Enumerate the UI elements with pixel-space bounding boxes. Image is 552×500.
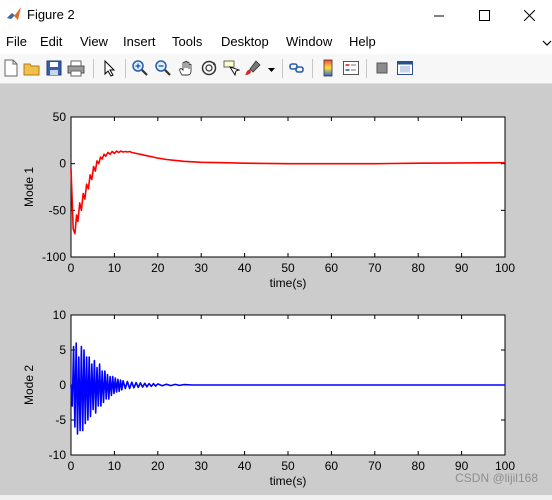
figure-toolbar	[0, 54, 552, 84]
x-tick-label: 80	[412, 261, 426, 275]
menu-window[interactable]: Window	[286, 34, 332, 49]
watermark-text: CSDN @lijil168	[455, 471, 538, 485]
x-tick-label: 20	[151, 459, 165, 473]
menu-view[interactable]: View	[80, 34, 108, 49]
pan-hand-icon[interactable]	[177, 59, 195, 77]
title-bar: Figure 2	[0, 0, 552, 30]
x-tick-label: 60	[325, 261, 339, 275]
zoom-in-icon[interactable]	[131, 59, 149, 77]
y-axis-label: Mode 2	[22, 365, 36, 405]
y-axis-label: Mode 1	[22, 167, 36, 207]
menu-file[interactable]: File	[6, 34, 27, 49]
figure-canvas: 0 10 20 30 40 50 60 70 80 90 100 -100 -50 0 50 time(s) M…	[0, 84, 552, 495]
menu-overflow-icon[interactable]	[542, 38, 552, 48]
menu-insert[interactable]: Insert	[123, 34, 156, 49]
y-tick-label: 0	[59, 378, 66, 392]
y-tick-label: 10	[53, 308, 67, 322]
toolbar-separator	[282, 59, 283, 78]
data-cursor-icon[interactable]	[222, 59, 240, 77]
menu-tools[interactable]: Tools	[172, 34, 202, 49]
brush-dropdown-icon[interactable]	[268, 68, 275, 73]
minimize-button[interactable]	[417, 0, 462, 30]
close-button[interactable]	[507, 0, 552, 30]
new-figure-icon[interactable]	[2, 59, 20, 77]
x-tick-label: 10	[108, 261, 122, 275]
x-axis-label: time(s)	[270, 276, 307, 290]
x-tick-label: 60	[325, 459, 339, 473]
x-tick-label: 0	[68, 459, 75, 473]
axes-1: 0 10 20 30 40 50 60 70 80 90 100-100-50050time(s)M…	[22, 110, 515, 290]
axes-box	[70, 116, 506, 258]
toolbar-separator	[125, 59, 126, 78]
toolbar-separator	[312, 59, 313, 78]
y-tick-label: -5	[55, 413, 66, 427]
menu-edit[interactable]: Edit	[40, 34, 62, 49]
x-tick-label: 10	[108, 459, 122, 473]
x-tick-label: 40	[238, 261, 252, 275]
minimize-icon	[434, 15, 444, 16]
x-tick-label: 100	[495, 261, 515, 275]
axes-2: 0 10 20 30 40 50 60 70 80 90 100-10-50510time(s)Mo…	[22, 308, 515, 488]
y-tick-label: 50	[53, 110, 67, 124]
rotate-3d-icon[interactable]	[200, 59, 218, 77]
x-tick-label: 70	[368, 459, 382, 473]
x-tick-label: 30	[195, 459, 209, 473]
x-tick-label: 20	[151, 261, 165, 275]
maximize-icon	[479, 9, 490, 21]
y-tick-label: 5	[59, 343, 66, 357]
toolbar-separator	[366, 59, 367, 78]
y-tick-label: -50	[49, 203, 67, 217]
legend-icon[interactable]	[342, 59, 360, 77]
window-title: Figure 2	[27, 7, 75, 22]
y-tick-label: 0	[59, 157, 66, 171]
y-tick-label: -100	[42, 250, 66, 264]
show-plot-tools-icon[interactable]	[396, 59, 414, 77]
hide-plot-tools-icon[interactable]	[373, 59, 391, 77]
x-tick-label: 0	[68, 261, 75, 275]
y-tick-label: -10	[49, 448, 67, 462]
x-tick-label: 30	[195, 261, 209, 275]
select-arrow-icon[interactable]	[101, 59, 119, 77]
x-tick-label: 50	[281, 459, 295, 473]
zoom-out-icon[interactable]	[154, 59, 172, 77]
menu-desktop[interactable]: Desktop	[221, 34, 269, 49]
maximize-button[interactable]	[462, 0, 507, 30]
menu-help[interactable]: Help	[349, 34, 376, 49]
x-tick-label: 70	[368, 261, 382, 275]
figure-plots: 0 10 20 30 40 50 60 70 80 90 100-100-50050time(s)M…	[22, 110, 515, 488]
save-icon[interactable]	[45, 59, 63, 77]
x-tick-label: 50	[281, 261, 295, 275]
link-plot-icon[interactable]	[288, 59, 306, 77]
toolbar-separator	[93, 59, 94, 78]
x-tick-label: 40	[238, 459, 252, 473]
matlab-logo-icon	[7, 7, 21, 20]
x-tick-label: 80	[412, 459, 426, 473]
print-icon[interactable]	[67, 59, 85, 77]
colorbar-icon[interactable]	[319, 59, 337, 77]
open-file-icon[interactable]	[23, 59, 41, 77]
x-tick-label: 90	[455, 261, 469, 275]
x-axis-label: time(s)	[270, 474, 307, 488]
brush-icon[interactable]	[244, 59, 262, 77]
menu-bar: File Edit View Insert Tools Desktop Wind…	[0, 30, 552, 54]
close-icon	[524, 9, 535, 21]
